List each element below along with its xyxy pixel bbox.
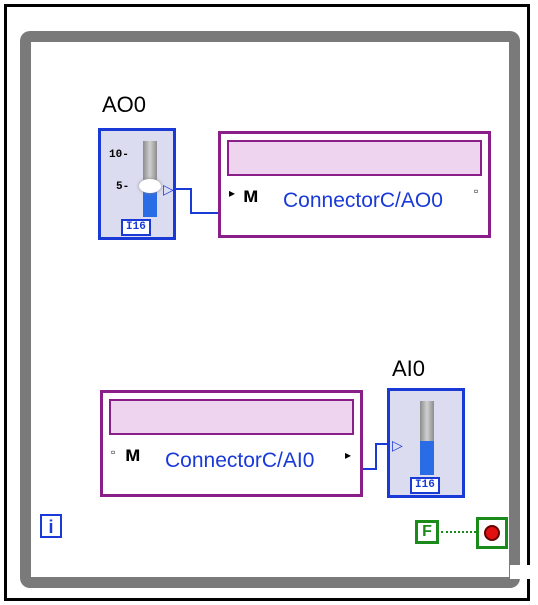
iteration-terminal[interactable]: i <box>40 514 62 538</box>
ai0-dtype-badge: I16 <box>410 477 440 494</box>
stop-indicator-dot <box>484 525 500 541</box>
ao0-io-constant[interactable]: ▸ ᴍ ConnectorC/AO0 ▫ <box>218 131 491 238</box>
wire-ai0-v <box>375 443 377 470</box>
ao0-slider-knob[interactable] <box>139 179 161 193</box>
ai0-io-output-terminal-icon[interactable]: ▸ <box>345 448 351 462</box>
ai0-io-input-terminal-icon[interactable]: ▫ <box>111 445 115 459</box>
ai0-input-terminal-icon[interactable]: ▷ <box>392 437 403 454</box>
ao0-output-terminal-icon[interactable]: ▷ <box>163 181 174 198</box>
boolean-wire <box>441 531 476 533</box>
ai0-io-constant[interactable]: ▫ ᴍ ConnectorC/AI0 ▸ <box>100 390 363 497</box>
ao0-label: AO0 <box>102 92 147 117</box>
wire-ao0-h1 <box>176 188 190 190</box>
waveform-icon: ᴍ <box>125 443 141 466</box>
stop-button-icon[interactable] <box>476 517 508 549</box>
ai0-io-constant-text[interactable]: ConnectorC/AI0 <box>165 449 314 473</box>
ai0-label: AI0 <box>392 356 426 381</box>
ao0-tick-mid: 5- <box>116 181 130 193</box>
false-constant[interactable]: F <box>415 520 439 544</box>
ao0-io-input-terminal-icon[interactable]: ▸ <box>229 186 235 200</box>
ao0-dtype-badge: I16 <box>121 219 151 236</box>
ai0-slider-fill <box>420 441 434 475</box>
ao0-slider-control[interactable]: 10- 5- I16 ▷ <box>98 128 176 240</box>
ai0-io-constant-header <box>109 399 354 435</box>
loop-corner-gap <box>510 565 530 579</box>
ao0-tick-high: 10- <box>109 149 129 161</box>
ao0-io-output-terminal-icon[interactable]: ▫ <box>474 184 478 198</box>
wire-ai0-h1 <box>363 468 375 470</box>
ao0-io-constant-text[interactable]: ConnectorC/AO0 <box>283 189 443 213</box>
waveform-icon: ᴍ <box>243 184 259 207</box>
wire-ao0-h2 <box>190 212 220 214</box>
ao0-io-constant-header <box>227 140 482 176</box>
ai0-slider-indicator[interactable]: ▷ I16 <box>387 388 465 498</box>
while-loop[interactable] <box>20 31 520 588</box>
wire-ao0-v <box>190 188 192 212</box>
